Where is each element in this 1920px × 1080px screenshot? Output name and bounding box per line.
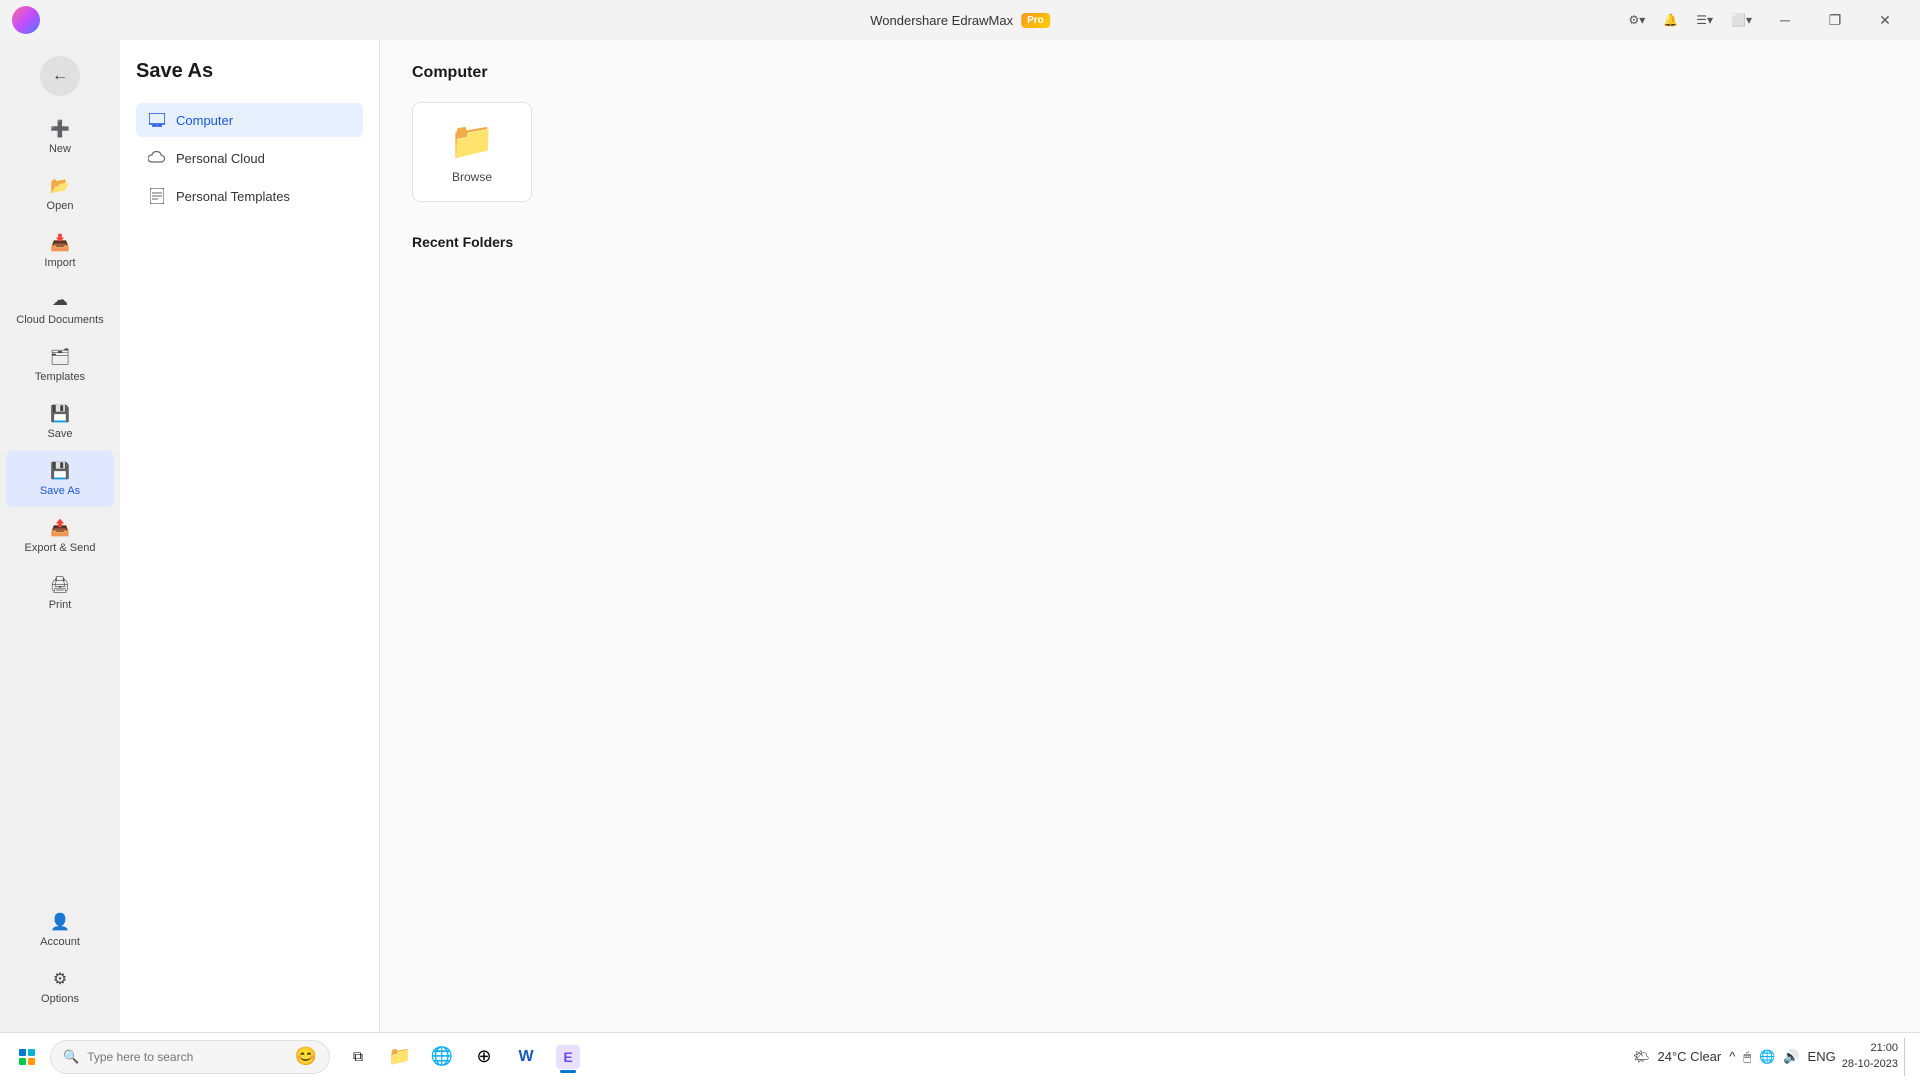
- weather-text: 24°C Clear: [1658, 1049, 1722, 1064]
- computer-icon: [149, 113, 165, 127]
- window-icon-btn[interactable]: ⬜▾: [1725, 10, 1758, 30]
- search-avatar: 😊: [295, 1046, 317, 1067]
- taskbar: 🔍 😊 ⧉ 📁 🌐 ⊕ W E 🌤 24°C Clear ^ 🖱 🌐 🔊 ENG 21:0…: [0, 1032, 1920, 1080]
- start-icon: [19, 1049, 35, 1065]
- user-avatar[interactable]: [12, 6, 40, 34]
- new-icon: ➕: [50, 119, 70, 139]
- app-title-area: Wondershare EdrawMax Pro: [870, 13, 1050, 28]
- nav-item-save[interactable]: 💾Save: [6, 394, 114, 450]
- word-icon: W: [518, 1048, 533, 1066]
- close-button[interactable]: ✕: [1862, 4, 1908, 36]
- nav-item-import[interactable]: 📥Import: [6, 223, 114, 279]
- volume-icon: 🔊: [1783, 1049, 1799, 1065]
- browse-label: Browse: [452, 170, 492, 184]
- network-icon: 🌐: [1759, 1049, 1775, 1065]
- export-send-icon: 📤: [50, 518, 70, 538]
- restore-button[interactable]: ❐: [1812, 4, 1858, 36]
- cloud-icon: [148, 151, 166, 165]
- chevron-icon[interactable]: ^: [1729, 1049, 1735, 1064]
- nav-item-account[interactable]: 👤Account: [6, 902, 114, 958]
- nav-item-new[interactable]: ➕New: [6, 109, 114, 165]
- file-explorer-icon: 📁: [389, 1046, 411, 1067]
- location-items-container: Computer Personal Cloud Personal Templates: [136, 103, 363, 213]
- main-content: Computer 📁 Browse Recent Folders: [380, 40, 1920, 1032]
- template-icon: [150, 188, 164, 204]
- import-icon: 📥: [50, 233, 70, 253]
- title-bar-right: ⚙▾ 🔔 ☰▾ ⬜▾ ─ ❐ ✕: [1623, 4, 1908, 36]
- nav-item-export-send[interactable]: 📤Export & Send: [6, 508, 114, 564]
- taskbar-apps: ⧉ 📁 🌐 ⊕ W E: [338, 1037, 588, 1077]
- cloud-documents-icon: ☁: [52, 290, 68, 310]
- app-body: ← ➕New📂Open📥Import☁Cloud Documents🗂Templ…: [0, 40, 1920, 1032]
- chrome-icon: ⊕: [476, 1046, 491, 1067]
- print-icon: 🖨: [50, 575, 70, 595]
- settings-icon-btn[interactable]: ⚙▾: [1623, 10, 1652, 30]
- nav-item-open[interactable]: 📂Open: [6, 166, 114, 222]
- nav-item-print[interactable]: 🖨Print: [6, 565, 114, 621]
- location-item-personal-templates[interactable]: Personal Templates: [136, 179, 363, 213]
- language-label: ENG: [1808, 1049, 1836, 1064]
- browse-folder-card[interactable]: 📁 Browse: [412, 102, 532, 202]
- search-icon: 🔍: [63, 1049, 79, 1065]
- clock-time: 21:00: [1842, 1041, 1898, 1056]
- save-icon: 💾: [50, 404, 70, 424]
- search-input[interactable]: [87, 1050, 286, 1064]
- options-icon: ⚙: [53, 969, 67, 989]
- panel-title: Save As: [136, 60, 363, 83]
- usb-icon: 🖱: [1743, 1049, 1751, 1065]
- nav-bottom-container: 👤Account⚙Options: [0, 902, 120, 1015]
- start-button[interactable]: [8, 1038, 46, 1076]
- back-button[interactable]: ←: [40, 56, 80, 96]
- taskbar-app-task-view[interactable]: ⧉: [338, 1037, 378, 1077]
- left-nav: ← ➕New📂Open📥Import☁Cloud Documents🗂Templ…: [0, 40, 120, 1032]
- pro-badge: Pro: [1021, 13, 1050, 28]
- taskbar-sys-icons: 🌤 24°C Clear ^ 🖱 🌐 🔊 ENG: [1633, 1049, 1836, 1065]
- nav-bottom: 👤Account⚙Options: [0, 901, 120, 1024]
- nav-items-container: ➕New📂Open📥Import☁Cloud Documents🗂Templat…: [0, 108, 120, 622]
- nav-item-cloud-documents[interactable]: ☁Cloud Documents: [6, 280, 114, 336]
- save-as-icon: 💾: [50, 461, 70, 481]
- nav-item-save-as[interactable]: 💾Save As: [6, 451, 114, 507]
- layout-icon-btn[interactable]: ☰▾: [1690, 10, 1719, 30]
- account-icon: 👤: [50, 912, 70, 932]
- taskbar-search-box[interactable]: 🔍 😊: [50, 1040, 330, 1074]
- middle-panel: Save As Computer Personal Cloud Personal T…: [120, 40, 380, 1032]
- nav-item-templates[interactable]: 🗂Templates: [6, 337, 114, 393]
- weather-icon: 🌤: [1633, 1049, 1650, 1065]
- toolbar-icons: ⚙▾ 🔔 ☰▾ ⬜▾: [1623, 10, 1758, 30]
- clock-date: 28-10-2023: [1842, 1057, 1898, 1072]
- nav-item-options[interactable]: ⚙Options: [6, 959, 114, 1015]
- task-view-icon: ⧉: [353, 1048, 363, 1066]
- location-item-computer[interactable]: Computer: [136, 103, 363, 137]
- edge-icon: 🌐: [431, 1046, 453, 1067]
- recent-folders-title: Recent Folders: [412, 234, 1888, 250]
- taskbar-app-chrome[interactable]: ⊕: [464, 1037, 504, 1077]
- open-icon: 📂: [50, 176, 70, 196]
- location-item-personal-cloud[interactable]: Personal Cloud: [136, 141, 363, 175]
- show-desktop-button[interactable]: [1904, 1038, 1912, 1076]
- title-bar: Wondershare EdrawMax Pro ⚙▾ 🔔 ☰▾ ⬜▾ ─ ❐ …: [0, 0, 1920, 40]
- bell-icon-btn[interactable]: 🔔: [1657, 10, 1684, 30]
- taskbar-app-edge[interactable]: 🌐: [422, 1037, 462, 1077]
- edrawmax-icon: E: [556, 1045, 580, 1069]
- app-title: Wondershare EdrawMax: [870, 13, 1013, 28]
- templates-icon: 🗂: [50, 347, 70, 367]
- taskbar-app-edrawmax[interactable]: E: [548, 1037, 588, 1077]
- taskbar-app-file-explorer[interactable]: 📁: [380, 1037, 420, 1077]
- content-section-title: Computer: [412, 64, 1888, 82]
- minimize-button[interactable]: ─: [1762, 4, 1808, 36]
- taskbar-app-word[interactable]: W: [506, 1037, 546, 1077]
- folder-icon: 📁: [450, 120, 495, 162]
- taskbar-time-area: 21:00 28-10-2023: [1842, 1041, 1898, 1072]
- taskbar-right: 🌤 24°C Clear ^ 🖱 🌐 🔊 ENG 21:00 28-10-202…: [1633, 1038, 1912, 1076]
- folder-grid: 📁 Browse: [412, 102, 1888, 202]
